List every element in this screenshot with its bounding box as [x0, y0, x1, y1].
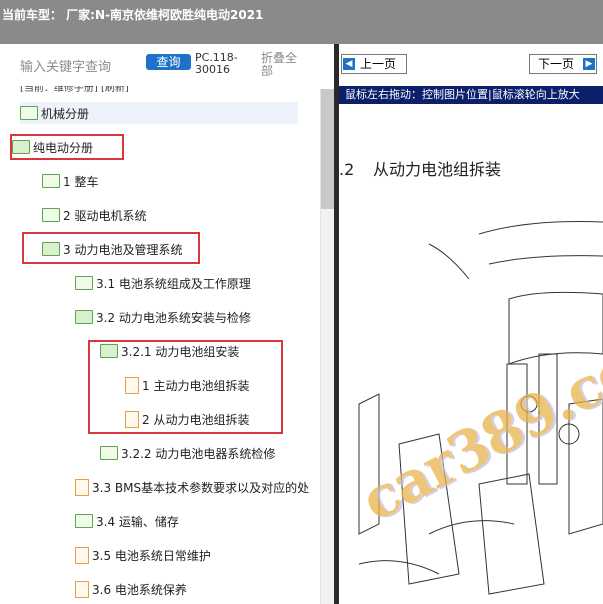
tree-item[interactable]: 3.3 BMS基本技术参数要求以及对应的处 [75, 476, 309, 498]
file-icon [75, 580, 89, 598]
hint-strip: 鼠标左右拖动：控制图片位置|鼠标滚轮向上放大 [339, 86, 603, 104]
tree-item-label: 2 驱动电机系统 [63, 208, 147, 223]
folder-icon [75, 276, 93, 290]
folder-icon [75, 514, 93, 528]
right-panel: ◀ 上一页 下一页 ▶ 鼠标左右拖动：控制图片位置|鼠标滚轮向上放大 .2 从动力… [339, 44, 603, 604]
tree-item-label: 1 整车 [63, 174, 99, 189]
left-panel: 输入关键字查询 查询 PC.118-30016 折叠全部 [当前：维修手册] [… [0, 44, 334, 604]
diagram-line [428, 243, 470, 280]
file-icon [75, 546, 89, 564]
diagram-arc-inner [488, 255, 603, 265]
page-navbar: ◀ 上一页 下一页 ▶ [339, 44, 603, 86]
folder-icon [20, 106, 38, 120]
highlight-box-battery-install [88, 340, 283, 434]
arrow-left-icon: ◀ [343, 58, 355, 70]
vertical-scrollbar[interactable] [320, 89, 334, 604]
diagram-arc-outer [478, 221, 603, 235]
prev-page-button[interactable]: ◀ 上一页 [341, 54, 407, 74]
highlight-box-battery-system [22, 232, 200, 264]
tree-item-label: 3.6 电池系统保养 [92, 582, 187, 597]
prev-page-label: 上一页 [360, 57, 397, 71]
pc-code: PC.118-30016 [195, 51, 238, 76]
vehicle-title: 当前车型： 厂家:N-南京依维柯欧胜纯电动2021 [2, 8, 264, 22]
title-bar: 当前车型： 厂家:N-南京依维柯欧胜纯电动2021 [0, 0, 603, 44]
tree-item[interactable]: 3.6 电池系统保养 [75, 578, 187, 600]
next-page-label: 下一页 [538, 57, 575, 71]
tree-item[interactable]: 3.2 动力电池系统安装与检修 [75, 306, 251, 328]
document-viewer[interactable]: .2 从动力电池组拆装 car389.com [339, 104, 603, 604]
tree-item-label: 3.5 电池系统日常维护 [92, 548, 211, 563]
search-row: 输入关键字查询 查询 PC.118-30016 折叠全部 [当前：维修手册] [… [0, 44, 334, 94]
folder-icon [42, 174, 60, 188]
tree-item-label: 3.1 电池系统组成及工作原理 [96, 276, 251, 291]
tree-item[interactable]: 1 整车 [42, 170, 98, 192]
highlight-box-ev-volume [10, 134, 124, 160]
tree-item[interactable]: 3.5 电池系统日常维护 [75, 544, 211, 566]
diagram-curve-lower [428, 520, 515, 535]
current-manual-label: [当前：维修手册] [刷新] [20, 86, 129, 92]
query-button[interactable]: 查询 [146, 54, 191, 70]
scrollbar-thumb[interactable] [321, 89, 334, 209]
folder-icon [100, 446, 118, 460]
collapse-all-button[interactable]: 折叠全部 [261, 52, 301, 78]
tree-item[interactable]: 3.1 电池系统组成及工作原理 [75, 272, 251, 294]
tree-item-label: 3.4 运输、储存 [96, 514, 179, 529]
tree-item[interactable]: 2 驱动电机系统 [42, 204, 146, 226]
tree-item-label: 3.2 动力电池系统安装与检修 [96, 310, 251, 325]
arrow-right-icon: ▶ [583, 58, 595, 70]
diagram-frame-mid [478, 473, 545, 595]
tree-item-label: 机械分册 [41, 106, 90, 121]
tree-item[interactable]: 机械分册 [20, 102, 298, 124]
next-page-button[interactable]: 下一页 ▶ [529, 54, 597, 74]
tree-item[interactable]: 3.4 运输、储存 [75, 510, 179, 532]
tree-item-label: 3.2.2 动力电池电器系统检修 [121, 446, 276, 461]
tree-item[interactable]: 3.2.2 动力电池电器系统检修 [100, 442, 275, 464]
diagram-curve-bottom [358, 560, 440, 575]
search-input[interactable]: 输入关键字查询 [20, 56, 111, 75]
folder-icon [42, 208, 60, 222]
file-icon [75, 478, 89, 496]
folder-open-icon [75, 310, 93, 324]
tree-item-label: 3.3 BMS基本技术参数要求以及对应的处 [92, 480, 310, 495]
